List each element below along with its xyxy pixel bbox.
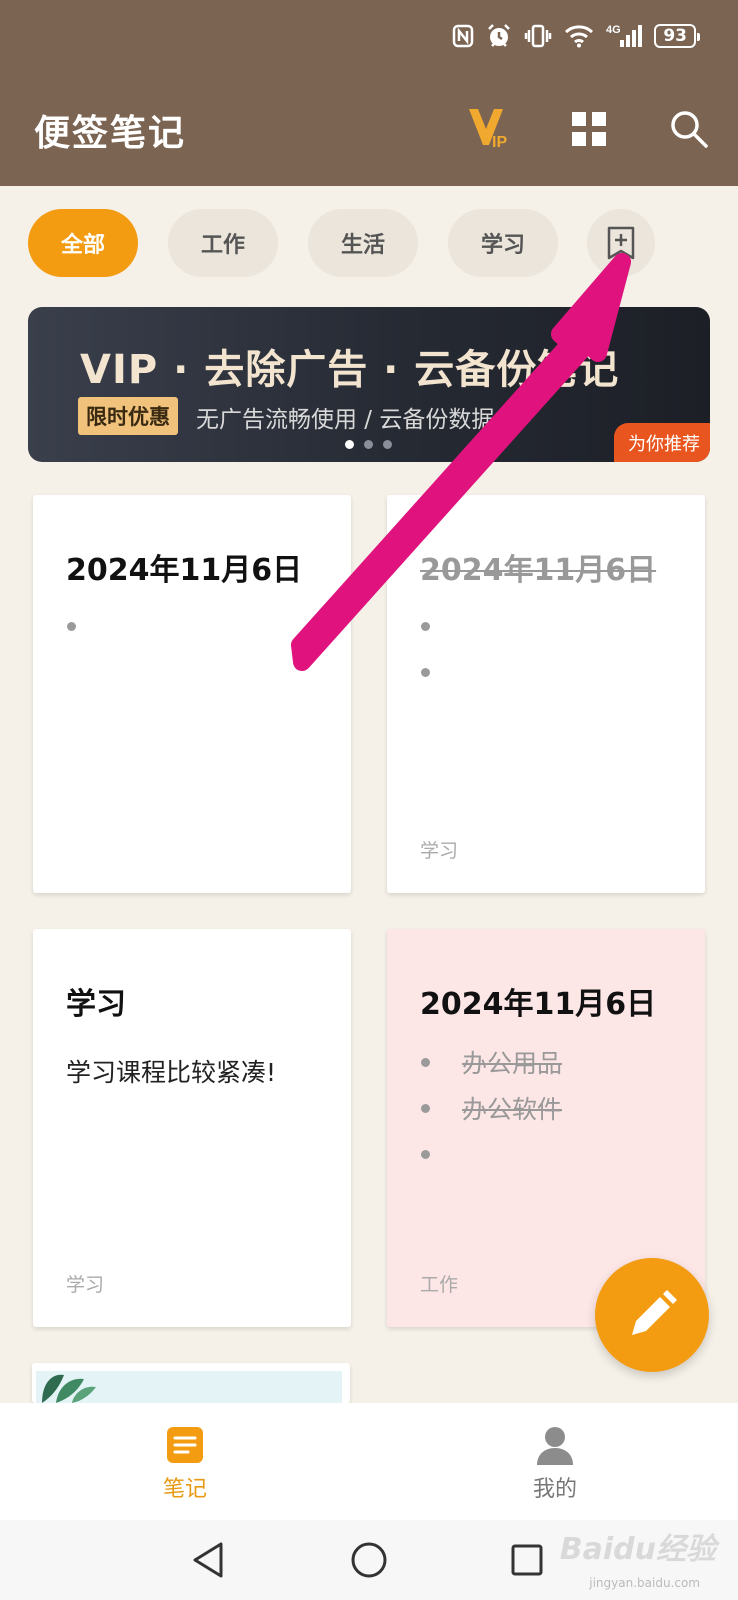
- note-category-tag: 工作: [420, 1274, 459, 1296]
- wifi-icon: [564, 24, 594, 48]
- add-category-button[interactable]: [587, 209, 655, 277]
- bullet-dot: [421, 1103, 430, 1113]
- note-bullet: 办公软件: [421, 1091, 681, 1125]
- bullet-dot: [421, 621, 430, 631]
- note-card[interactable]: 学习 学习课程比较紧凑! 学习: [33, 929, 351, 1327]
- bullet-dot: [421, 1149, 430, 1159]
- tab-label: 生活: [340, 233, 385, 258]
- note-card[interactable]: 2024年11月6日 学习: [387, 495, 705, 893]
- profile-icon: [535, 1425, 575, 1465]
- limited-offer-badge: 限时优惠: [78, 397, 178, 435]
- status-bar: 4G 93: [452, 20, 700, 52]
- battery-level: 93: [663, 26, 687, 46]
- nav-notes[interactable]: 笔记: [110, 1403, 260, 1520]
- tab-study[interactable]: 学习: [448, 209, 558, 277]
- add-category-icon: [607, 226, 635, 260]
- note-card[interactable]: [32, 1363, 350, 1403]
- pencil-icon: [632, 1290, 677, 1335]
- bullet-text: 办公用品: [462, 1049, 563, 1078]
- vibrate-icon: [524, 24, 552, 48]
- svg-text:IP: IP: [492, 134, 507, 149]
- tab-life[interactable]: 生活: [308, 209, 418, 277]
- note-icon: [165, 1425, 205, 1465]
- carousel-dot: [364, 440, 373, 449]
- search-icon[interactable]: [670, 110, 708, 148]
- alarm-icon: [486, 23, 512, 49]
- bullet-dot: [67, 621, 76, 631]
- promo-banner[interactable]: VIP · 去除广告 · 云备份笔记 限时优惠 无广告流畅使用 / 云备份数据 …: [28, 307, 710, 462]
- note-bullet: [421, 1137, 681, 1171]
- carousel-dot: [345, 440, 354, 449]
- banner-title: VIP · 去除广告 · 云备份笔记: [80, 347, 620, 393]
- grid-view-icon[interactable]: [572, 112, 606, 146]
- nav-label: 我的: [532, 1477, 577, 1502]
- vip-icon[interactable]: IP: [467, 105, 513, 151]
- note-title: 2024年11月6日: [420, 987, 657, 1022]
- note-title: 学习: [66, 987, 126, 1022]
- battery-indicator: 93: [654, 24, 700, 48]
- new-note-button[interactable]: [595, 1258, 709, 1372]
- watermark-logo: Baidu经验: [559, 1532, 716, 1567]
- note-body: 学习课程比较紧凑!: [66, 1058, 277, 1087]
- note-card[interactable]: 2024年11月6日: [33, 495, 351, 893]
- carousel-dot: [383, 440, 392, 449]
- tab-all[interactable]: 全部: [28, 209, 138, 277]
- network-type: 4G: [606, 24, 621, 36]
- note-bullet: [421, 609, 681, 643]
- note-category-tag: 学习: [66, 1274, 105, 1296]
- watermark-url: jingyan.baidu.com: [589, 1576, 700, 1590]
- tab-label: 全部: [60, 233, 105, 258]
- note-title: 2024年11月6日: [420, 553, 657, 588]
- banner-subtitle: 无广告流畅使用 / 云备份数据: [196, 407, 495, 433]
- tab-label: 工作: [200, 233, 245, 258]
- recents-icon[interactable]: [505, 1538, 549, 1582]
- note-bullet: [421, 655, 681, 689]
- app-title: 便签笔记: [34, 113, 187, 154]
- carousel-indicator: [345, 440, 392, 449]
- bullet-dot: [421, 667, 430, 677]
- nav-label: 笔记: [162, 1477, 207, 1502]
- signal-4g-icon: 4G: [606, 23, 643, 49]
- note-bullet: [67, 609, 327, 643]
- nfc-icon: [452, 24, 474, 48]
- note-title: 2024年11月6日: [66, 553, 303, 588]
- tab-work[interactable]: 工作: [168, 209, 278, 277]
- tab-label: 学习: [480, 233, 525, 258]
- bullet-dot: [421, 1057, 430, 1067]
- note-bullet: 办公用品: [421, 1045, 681, 1079]
- note-category-tag: 学习: [420, 840, 459, 862]
- home-icon[interactable]: [347, 1538, 391, 1582]
- back-icon[interactable]: [189, 1538, 233, 1582]
- app-bar: 4G 93 便签笔记 IP: [0, 0, 738, 186]
- nav-profile[interactable]: 我的: [480, 1403, 630, 1520]
- recommend-badge: 为你推荐: [614, 423, 710, 462]
- bottom-navigation: 笔记 我的: [0, 1403, 738, 1520]
- leaf-sticker-icon: [42, 1374, 96, 1403]
- bullet-text: 办公软件: [462, 1095, 563, 1124]
